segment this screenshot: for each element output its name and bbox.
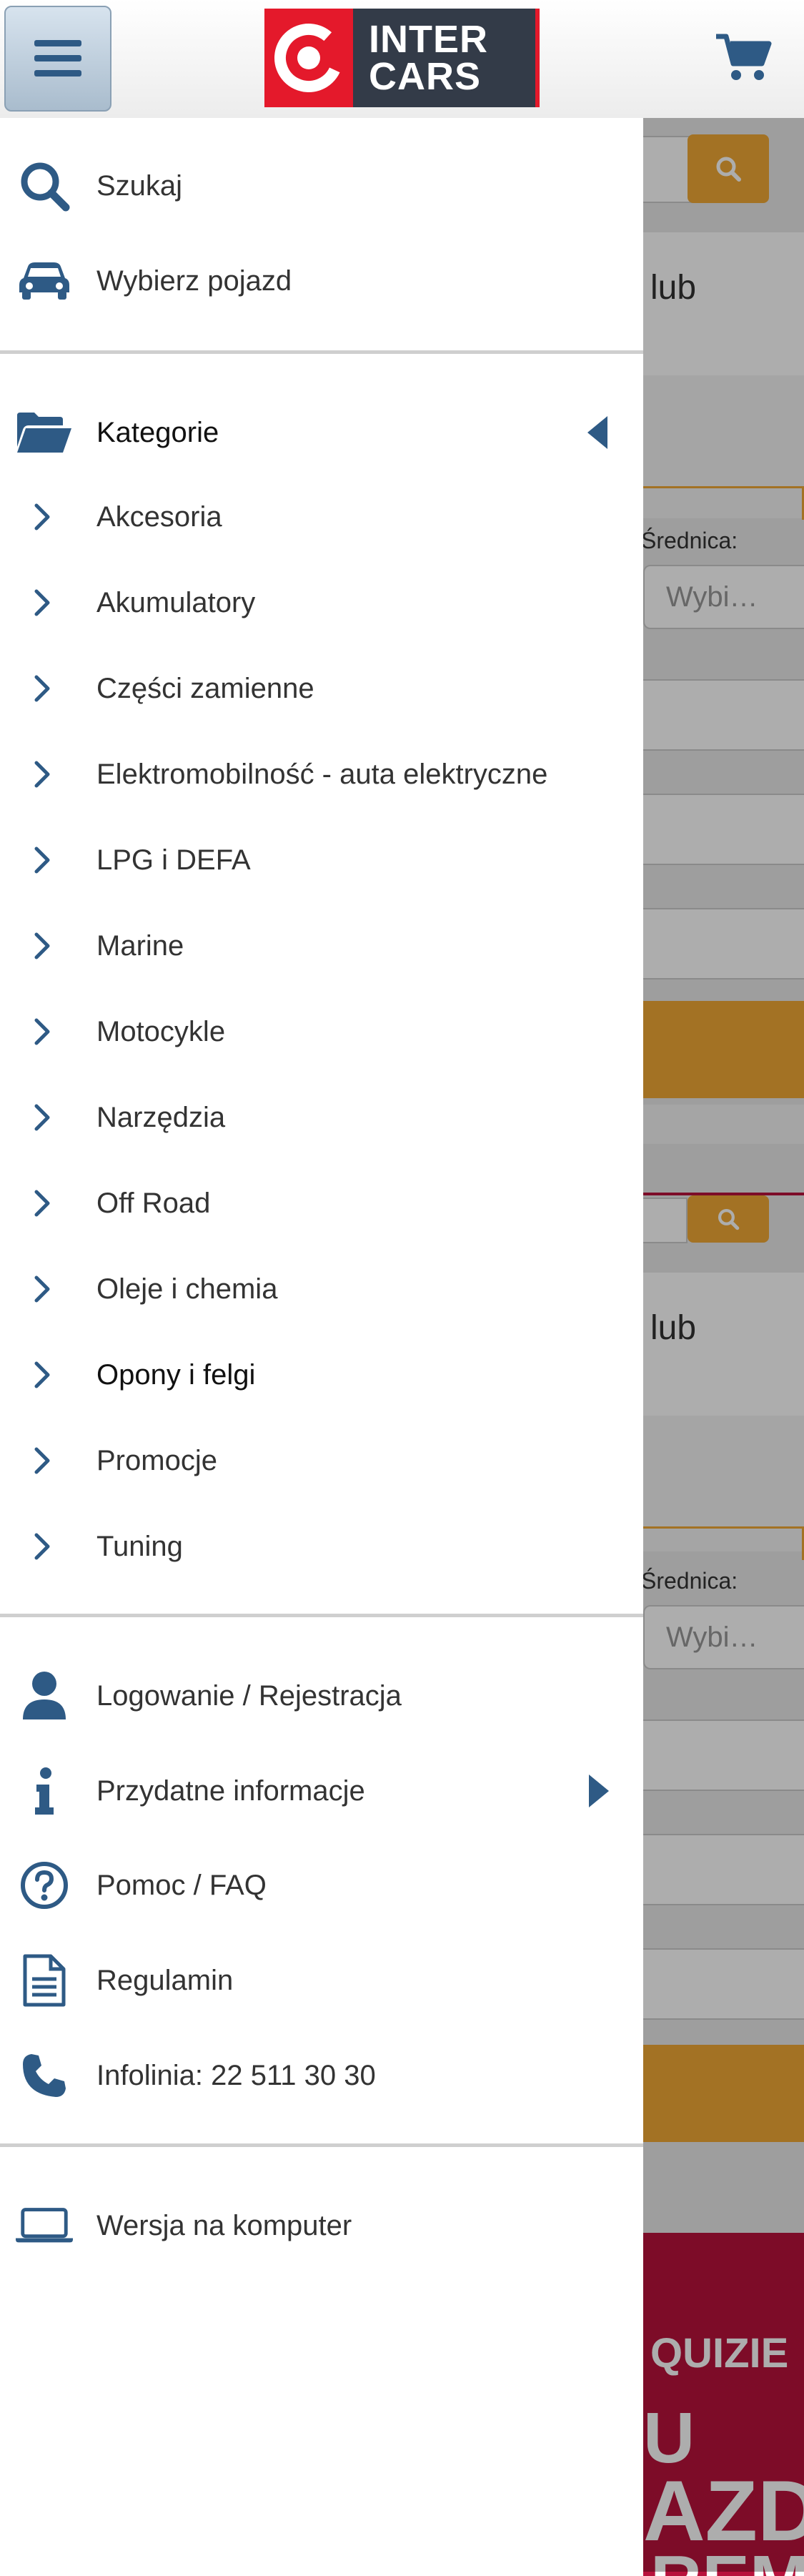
- divider: [0, 350, 643, 354]
- chevron-right-icon: [29, 846, 57, 874]
- chevron-right-icon: [29, 503, 57, 531]
- logo-text: INTER CARS: [353, 9, 540, 107]
- category-item-label: Części zamienne: [96, 672, 314, 704]
- menu-item-help-faq[interactable]: Pomoc / FAQ: [0, 1850, 643, 1921]
- app-header: INTER CARS: [0, 0, 804, 118]
- chevron-right-icon: [29, 1361, 57, 1389]
- category-item-label: Tuning: [96, 1530, 183, 1562]
- category-item[interactable]: Opony i felgi: [0, 1343, 643, 1407]
- menu-item-label: Wersja na komputer: [96, 2209, 352, 2241]
- category-item-label: Off Road: [96, 1187, 211, 1219]
- phone-icon: [16, 2053, 73, 2098]
- hamburger-icon: [34, 40, 81, 77]
- user-icon: [16, 1671, 73, 1721]
- document-icon: [16, 1953, 73, 2008]
- cart-icon: [716, 34, 772, 80]
- menu-button[interactable]: [4, 6, 111, 112]
- category-item[interactable]: Narzędzia: [0, 1085, 643, 1150]
- info-icon: [16, 1767, 73, 1815]
- category-item-label: Oleje i chemia: [96, 1273, 278, 1305]
- laptop-icon: [16, 2207, 73, 2244]
- menu-item-label: Kategorie: [96, 416, 219, 448]
- divider: [0, 1614, 643, 1617]
- chevron-right-icon: [29, 588, 57, 617]
- menu-item-label: Regulamin: [96, 1964, 234, 1996]
- category-item[interactable]: Off Road: [0, 1171, 643, 1235]
- category-item-label: Motocykle: [96, 1015, 226, 1047]
- category-item[interactable]: LPG i DEFA: [0, 828, 643, 892]
- category-item[interactable]: Akcesoria: [0, 485, 643, 549]
- category-item[interactable]: Oleje i chemia: [0, 1257, 643, 1321]
- menu-item-label: Infolinia: 22 511 30 30: [96, 2059, 376, 2091]
- menu-item-label: Pomoc / FAQ: [96, 1869, 267, 1901]
- chevron-right-icon: [29, 1103, 57, 1132]
- menu-item-label: Szukaj: [96, 169, 183, 202]
- category-item-label: Akcesoria: [96, 500, 222, 533]
- category-item-label: Promocje: [96, 1444, 217, 1476]
- search-icon: [16, 160, 73, 212]
- logo-text-line1: INTER: [369, 18, 488, 61]
- menu-item-label: Przydatne informacje: [96, 1775, 365, 1807]
- category-item-label: Elektromobilność - auta elektryczne: [96, 758, 548, 790]
- category-item-label: Narzędzia: [96, 1101, 226, 1133]
- question-circle-icon: [16, 1860, 73, 1910]
- caret-right-icon[interactable]: [587, 1775, 609, 1807]
- logo-mark: [264, 9, 353, 107]
- chevron-right-icon: [29, 1446, 57, 1475]
- category-item[interactable]: Motocykle: [0, 1000, 643, 1064]
- logo[interactable]: INTER CARS: [264, 9, 540, 107]
- category-item-label: Marine: [96, 929, 184, 962]
- chevron-right-icon: [29, 1189, 57, 1218]
- chevron-right-icon: [29, 932, 57, 960]
- side-drawer: Szukaj Wybierz pojazd Kategorie Logowani…: [0, 118, 643, 2572]
- category-item-label: Opony i felgi: [96, 1358, 256, 1391]
- category-item[interactable]: Części zamienne: [0, 656, 643, 721]
- menu-item-categories[interactable]: Kategorie: [0, 397, 643, 468]
- category-item[interactable]: Promocje: [0, 1428, 643, 1493]
- category-item-label: LPG i DEFA: [96, 844, 251, 876]
- category-item[interactable]: Marine: [0, 914, 643, 978]
- menu-item-login[interactable]: Logowanie / Rejestracja: [0, 1660, 643, 1732]
- chevron-right-icon: [29, 1275, 57, 1303]
- menu-item-terms[interactable]: Regulamin: [0, 1945, 643, 2016]
- cart-button[interactable]: [715, 32, 772, 86]
- chevron-right-icon: [29, 1532, 57, 1561]
- category-item-label: Akumulatory: [96, 586, 256, 618]
- category-item[interactable]: Elektromobilność - auta elektryczne: [0, 742, 643, 806]
- caret-left-icon[interactable]: [587, 416, 609, 449]
- menu-item-search[interactable]: Szukaj: [0, 154, 643, 218]
- chevron-right-icon: [29, 1017, 57, 1046]
- menu-item-label: Logowanie / Rejestracja: [96, 1679, 402, 1712]
- menu-item-label: Wybierz pojazd: [96, 265, 292, 297]
- logo-text-line2: CARS: [369, 55, 482, 98]
- menu-item-choose-vehicle[interactable]: Wybierz pojazd: [0, 249, 643, 313]
- chevron-right-icon: [29, 760, 57, 789]
- menu-item-useful-info[interactable]: Przydatne informacje: [0, 1755, 643, 1827]
- divider: [0, 2143, 643, 2147]
- chevron-right-icon: [29, 674, 57, 703]
- menu-item-hotline[interactable]: Infolinia: 22 511 30 30: [0, 2040, 643, 2111]
- logo-c-icon: [274, 24, 343, 92]
- category-item[interactable]: Tuning: [0, 1514, 643, 1579]
- menu-item-desktop-version[interactable]: Wersja na komputer: [0, 2190, 643, 2261]
- folder-open-icon: [16, 411, 73, 454]
- category-item[interactable]: Akumulatory: [0, 571, 643, 635]
- car-icon: [16, 261, 73, 301]
